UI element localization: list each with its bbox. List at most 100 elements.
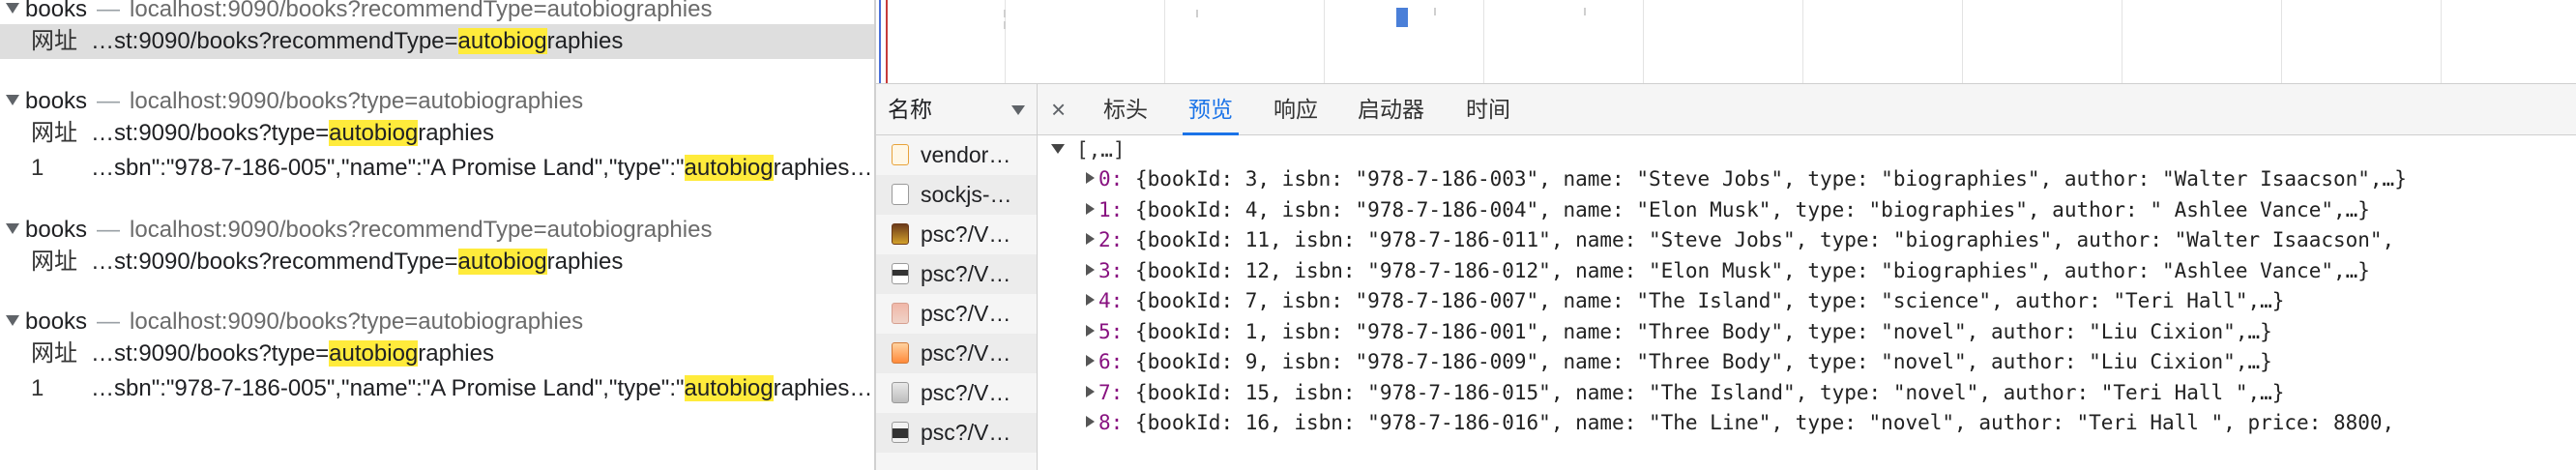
expand-triangle-icon[interactable] <box>6 3 19 15</box>
match-highlight: autobiog <box>457 249 547 275</box>
json-item-summary: {bookId: 3, isbn: "978-7-186-003", name:… <box>1134 167 2407 191</box>
result-url: localhost:9090/books?recommendType=autob… <box>130 0 713 22</box>
json-array-item[interactable]: 7: {bookId: 15, isbn: "978-7-186-015", n… <box>1038 378 2576 409</box>
match-label: 网址 <box>31 249 77 275</box>
expand-triangle-icon[interactable] <box>1086 202 1095 215</box>
match-text-pre: …st:9090/books?recommendType= <box>91 249 458 275</box>
expand-triangle-icon[interactable] <box>1086 324 1095 337</box>
close-icon[interactable]: × <box>1051 84 1066 134</box>
tab-timing[interactable]: 时间 <box>1466 84 1510 134</box>
request-name: psc?/V… <box>921 221 1011 247</box>
json-root-label: [,…] <box>1076 138 1126 162</box>
json-item-summary: {bookId: 12, isbn: "978-7-186-012", name… <box>1134 258 2370 282</box>
result-group[interactable]: books — localhost:9090/books?type=autobiog… <box>0 308 874 406</box>
result-group-header[interactable]: books — localhost:9090/books?type=autobiog… <box>0 87 874 116</box>
image-thumbnail-icon <box>892 381 909 403</box>
result-name: books <box>25 217 88 243</box>
match-label: 1 <box>31 375 44 401</box>
expand-triangle-icon[interactable] <box>1086 233 1095 245</box>
expand-triangle-icon[interactable] <box>1086 263 1095 276</box>
result-group[interactable]: books — localhost:9090/books?type=autobiog… <box>0 87 874 186</box>
request-item[interactable]: sockjs-… <box>876 175 1037 215</box>
json-array-item[interactable]: 2: {bookId: 11, isbn: "978-7-186-011", n… <box>1038 225 2576 256</box>
match-highlight: autobiog <box>329 340 419 367</box>
result-name: books <box>25 88 88 114</box>
result-match-row[interactable]: 网址 …st:9090/books?type=autobiographies <box>0 337 874 371</box>
result-match-row[interactable]: 网址 …st:9090/books?recommendType=autobiogr… <box>0 24 874 59</box>
expand-triangle-icon[interactable] <box>6 223 19 235</box>
request-item[interactable]: psc?/V… <box>876 215 1037 254</box>
match-text-pre: …st:9090/books?type= <box>91 120 330 146</box>
match-label: 1 <box>31 155 44 181</box>
json-array-item[interactable]: 8: {bookId: 16, isbn: "978-7-186-016", n… <box>1038 408 2576 439</box>
timeline-request-tick <box>1196 10 1198 17</box>
result-match-row[interactable]: 1 …sbn":"978-7-186-005","name":"A Promise… <box>0 151 874 186</box>
image-thumbnail-icon <box>892 302 909 324</box>
result-group-header[interactable]: books — localhost:9090/books?recommendType… <box>0 0 874 24</box>
timeline-request-tick <box>1004 21 1006 29</box>
network-timeline-overview[interactable] <box>876 0 2576 84</box>
expand-triangle-icon[interactable] <box>1086 385 1095 397</box>
result-group[interactable]: books — localhost:9090/books?recommendType… <box>0 0 874 59</box>
request-item[interactable]: psc?/V… <box>876 373 1037 413</box>
result-match-row[interactable]: 1 …sbn":"978-7-186-005","name":"A Promise… <box>0 371 874 406</box>
sort-caret-icon[interactable] <box>1011 105 1025 115</box>
request-item[interactable]: psc?/V… <box>876 254 1037 294</box>
result-group-header[interactable]: books — localhost:9090/books?recommendType… <box>0 216 874 245</box>
timeline-request-tick <box>1434 8 1436 15</box>
collapse-triangle-icon[interactable] <box>1051 144 1065 154</box>
json-array-item[interactable]: 4: {bookId: 7, isbn: "978-7-186-007", na… <box>1038 286 2576 317</box>
result-name: books <box>25 0 88 22</box>
match-highlight: autobiog <box>457 28 547 54</box>
match-text-pre: …st:9090/books?recommendType= <box>91 28 458 54</box>
timeline-request-tick <box>1584 8 1586 15</box>
match-label: 网址 <box>31 120 77 146</box>
expand-triangle-icon[interactable] <box>1086 355 1095 367</box>
name-column-header[interactable]: 名称 <box>876 84 1037 135</box>
request-item[interactable]: psc?/V… <box>876 334 1037 373</box>
expand-triangle-icon[interactable] <box>1086 294 1095 306</box>
match-highlight: autobiog <box>329 120 419 146</box>
expand-triangle-icon[interactable] <box>6 315 19 327</box>
detail-tab-bar: × 标头 预览 响应 启动器 时间 <box>1038 84 2576 135</box>
json-array-item[interactable]: 6: {bookId: 9, isbn: "978-7-186-009", na… <box>1038 347 2576 378</box>
result-match-row[interactable]: 网址 …st:9090/books?type=autobiographies <box>0 116 874 151</box>
json-array-item[interactable]: 5: {bookId: 1, isbn: "978-7-186-001", na… <box>1038 317 2576 348</box>
tab-preview[interactable]: 预览 <box>1183 84 1239 135</box>
json-array-item[interactable]: 3: {bookId: 12, isbn: "978-7-186-012", n… <box>1038 256 2576 287</box>
request-item[interactable]: psc?/V… <box>876 413 1037 453</box>
image-thumbnail-icon <box>892 262 909 284</box>
request-detail-pane: × 标头 预览 响应 启动器 时间 [,…] 0: {bookId: 3, is… <box>1038 84 2576 470</box>
json-item-index: 3: <box>1098 258 1124 282</box>
json-array-item[interactable]: 1: {bookId: 4, isbn: "978-7-186-004", na… <box>1038 195 2576 226</box>
tab-headers[interactable]: 标头 <box>1103 84 1148 134</box>
request-name-column: 名称 vendor… sockjs-… psc?/V… psc?/V… psc?… <box>876 84 1038 470</box>
separator: — <box>97 88 121 114</box>
result-group-header[interactable]: books — localhost:9090/books?type=autobiog… <box>0 308 874 337</box>
request-item[interactable]: psc?/V… <box>876 294 1037 334</box>
match-text-post: raphies <box>418 120 494 146</box>
tab-initiator[interactable]: 启动器 <box>1358 84 1424 134</box>
match-highlight: autobiog <box>684 155 774 181</box>
json-item-index: 2: <box>1098 228 1124 251</box>
match-text-pre: …sbn":"978-7-186-005","name":"A Promise … <box>91 375 685 401</box>
result-match-row[interactable]: 网址 …st:9090/books?recommendType=autobiogr… <box>0 245 874 279</box>
json-item-index: 7: <box>1098 380 1124 404</box>
match-text-post: raphies <box>546 28 624 54</box>
json-items: 0: {bookId: 3, isbn: "978-7-186-003", na… <box>1038 164 2576 439</box>
expand-triangle-icon[interactable] <box>1086 172 1095 184</box>
request-name: psc?/V… <box>921 420 1011 445</box>
json-root-node[interactable]: [,…] <box>1038 135 2576 164</box>
request-item[interactable]: vendor… <box>876 135 1037 175</box>
timeline-gridline <box>1324 0 1325 83</box>
json-array-item[interactable]: 0: {bookId: 3, isbn: "978-7-186-003", na… <box>1038 164 2576 195</box>
expand-triangle-icon[interactable] <box>1086 416 1095 427</box>
request-name: psc?/V… <box>921 301 1011 326</box>
result-group[interactable]: books — localhost:9090/books?recommendType… <box>0 216 874 279</box>
timeline-gridline <box>1802 0 1803 83</box>
timeline-request-tick <box>1004 10 1006 17</box>
expand-triangle-icon[interactable] <box>6 95 19 106</box>
request-name: sockjs-… <box>921 182 1012 207</box>
tab-response[interactable]: 响应 <box>1273 84 1318 134</box>
json-item-index: 0: <box>1098 167 1124 191</box>
